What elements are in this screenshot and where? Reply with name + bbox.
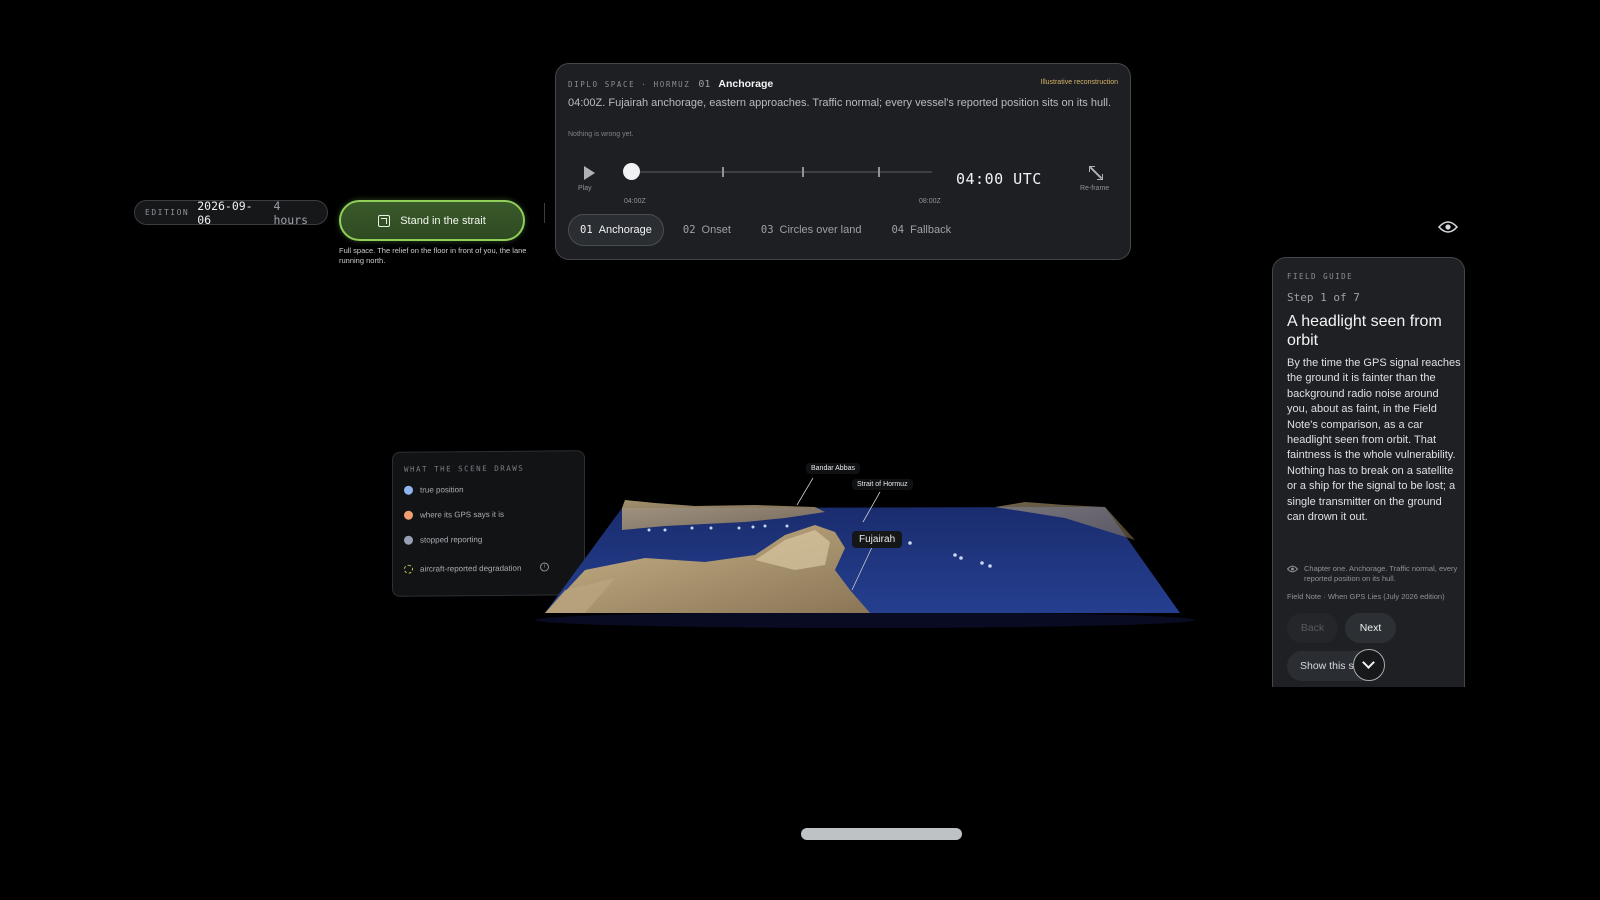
window-grabber[interactable]: [801, 828, 962, 840]
legend-item-true-position: true position: [404, 485, 464, 495]
timeline-end: 08:00Z: [919, 198, 941, 205]
edition-pill[interactable]: EDITION 2026-09-06 4 hours: [134, 198, 328, 227]
chapter-tab-1[interactable]: 01 Anchorage: [568, 214, 664, 246]
field-guide-note-text: Chapter one. Anchorage. Traffic normal, …: [1304, 564, 1458, 583]
legend-label: true position: [420, 485, 464, 495]
stand-in-strait-button[interactable]: Stand in the strait: [339, 200, 525, 241]
map-shadow: [535, 612, 1195, 628]
legend-label: where its GPS says it is: [420, 509, 505, 520]
edition-date: 2026-09-06: [197, 198, 253, 227]
toolbar-divider: [544, 203, 545, 223]
timeline-tick: [878, 167, 880, 177]
field-guide-body: By the time the GPS signal reaches the g…: [1287, 357, 1461, 524]
reframe-label: Re-frame: [1080, 185, 1110, 192]
legend-kicker: WHAT THE SCENE DRAWS: [404, 463, 525, 474]
timeline-tick: [802, 167, 804, 177]
reframe-icon[interactable]: [1089, 166, 1103, 180]
field-guide-note: Chapter one. Anchorage. Traffic normal, …: [1287, 564, 1461, 584]
map-label-fujairah: Fujairah: [852, 531, 903, 548]
map-label-bandar-abbas: Bandar Abbas: [806, 463, 860, 474]
eye-icon[interactable]: [1438, 220, 1458, 234]
field-guide-kicker: FIELD GUIDE: [1287, 272, 1354, 281]
chapter-title: Anchorage: [718, 78, 774, 90]
leader-line: [796, 477, 814, 506]
next-button[interactable]: Next: [1345, 613, 1396, 643]
timeline-scrubber[interactable]: [623, 163, 640, 180]
legend-label: aircraft-reported degradation: [420, 563, 522, 574]
chapter-header: DIPLO SPACE · HORMUZ 01 Anchorage: [568, 78, 773, 90]
chapter-tab-2[interactable]: 02 Onset: [672, 214, 742, 246]
legend-item-degradation: aircraft-reported degradation: [404, 564, 521, 574]
legend-dot: [404, 535, 413, 545]
chapter-tab-label: Onset: [701, 224, 731, 236]
play-label: Play: [578, 185, 592, 192]
brand-label: DIPLO SPACE · HORMUZ: [568, 79, 691, 89]
chapter-card: DIPLO SPACE · HORMUZ 01 Anchorage Illust…: [555, 63, 1131, 260]
timeline-tick: [722, 167, 724, 177]
chapter-subnote: Nothing is wrong yet.: [568, 131, 634, 138]
open-external-icon: [378, 214, 391, 227]
chapter-tab-number: 03: [760, 224, 774, 236]
map-label-strait: Strait of Hormuz: [852, 479, 913, 490]
reconstruction-badge: Illustrative reconstruction: [1040, 79, 1118, 86]
chapter-tab-label: Anchorage: [598, 224, 652, 236]
edition-duration: 4 hours: [273, 198, 309, 227]
chapter-description: 04:00Z. Fujairah anchorage, eastern appr…: [568, 97, 1112, 109]
chapter-tab-number: 02: [682, 224, 696, 236]
chapter-tab-number: 01: [580, 224, 593, 236]
field-guide-title: A headlight seen from orbit: [1287, 313, 1442, 349]
stand-in-strait-caption: Full space. The relief on the floor in f…: [339, 246, 527, 265]
eye-icon: [1287, 565, 1298, 573]
play-button[interactable]: [582, 166, 596, 182]
chevron-down-icon[interactable]: [1353, 649, 1385, 681]
legend-item-gps-position: where its GPS says it is: [404, 510, 504, 520]
edition-label: EDITION: [145, 208, 190, 217]
legend-label: stopped reporting: [420, 535, 483, 545]
stand-in-strait-label: Stand in the strait: [400, 214, 486, 227]
field-guide-step: Step 1 of 7: [1287, 291, 1360, 304]
chapter-tab-label: Circles over land: [779, 224, 862, 236]
chapter-tabs: 01 Anchorage 02 Onset 03 Circles over land 04 F…: [568, 214, 962, 246]
timeline-track[interactable]: [632, 167, 932, 177]
chapter-number: 01: [698, 78, 711, 90]
time-readout: 04:00 UTC: [956, 170, 1042, 188]
field-guide-source: Field Note · When GPS Lies (July 2026 ed…: [1287, 592, 1445, 601]
legend-dot-dashed: [404, 564, 413, 574]
chapter-tab-label: Fallback: [910, 224, 952, 236]
legend-item-stopped-reporting: stopped reporting: [404, 535, 482, 545]
legend-dot: [404, 510, 413, 520]
chapter-tab-3[interactable]: 03 Circles over land: [750, 214, 873, 246]
chapter-tab-number: 04: [891, 224, 905, 236]
chapter-tab-4[interactable]: 04 Fallback: [880, 214, 962, 246]
timeline-start: 04:00Z: [624, 198, 646, 205]
field-guide-panel: FIELD GUIDE Step 1 of 7 A headlight seen…: [1272, 257, 1465, 687]
legend-dot: [404, 485, 413, 495]
back-button[interactable]: Back: [1287, 613, 1338, 643]
